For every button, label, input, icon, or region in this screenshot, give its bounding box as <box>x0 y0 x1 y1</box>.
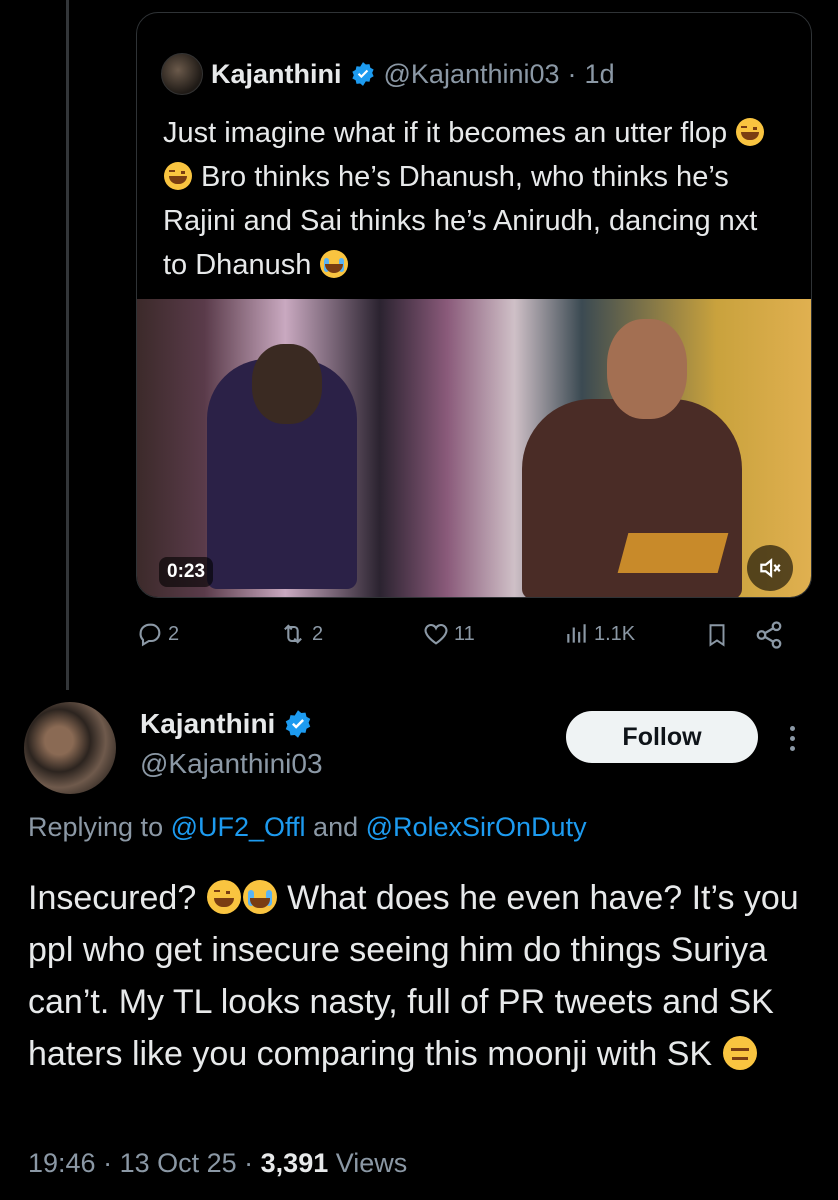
joy-emoji-icon <box>736 118 765 146</box>
meta-dot: · <box>236 1148 261 1178</box>
thread-connector-line <box>66 0 69 690</box>
heart-icon <box>424 623 448 645</box>
quoted-author-avatar[interactable] <box>161 53 203 95</box>
quoted-author-handle[interactable]: @Kajanthini03 <box>384 59 560 90</box>
quoted-tweet-text: Just imagine what if it becomes an utter… <box>163 111 783 287</box>
bookmark-icon <box>709 624 725 647</box>
joy-emoji-icon <box>206 880 241 914</box>
quoted-text-part1: Just imagine what if it becomes an utter… <box>163 117 728 149</box>
quoted-tweet-card[interactable]: Kajanthini @Kajanthini03 · 1d Just imagi… <box>136 12 812 598</box>
author-name-row[interactable]: Kajanthini <box>140 708 313 740</box>
share-button[interactable] <box>754 620 784 650</box>
video-figure-left-head <box>252 344 322 424</box>
meta-dot: · <box>95 1148 120 1178</box>
reply-icon <box>139 623 161 647</box>
repost-button[interactable]: 2 <box>278 620 323 648</box>
repost-icon <box>284 624 302 644</box>
tweet-time[interactable]: 19:46 <box>28 1148 96 1178</box>
tweet-action-bar: 2 2 11 1.1K <box>136 620 810 652</box>
mention-link-rolex[interactable]: @RolexSirOnDuty <box>366 812 587 842</box>
bookmark-button[interactable] <box>704 620 730 650</box>
video-overlay-logo <box>617 533 729 573</box>
share-icon <box>756 621 782 649</box>
quoted-tweet-header: Kajanthini @Kajanthini03 · 1d <box>161 53 615 95</box>
expressionless-emoji-icon <box>722 1036 757 1070</box>
reply-count: 2 <box>168 622 180 645</box>
separator-dot: · <box>567 58 577 89</box>
quoted-text-part2: Bro thinks he’s Dhanush, who thinks he’s… <box>163 161 758 281</box>
tweet-text: Insecured? What does he even have? It’s … <box>28 872 818 1080</box>
verified-badge-icon <box>286 710 311 738</box>
author-avatar[interactable] <box>24 702 116 794</box>
crying-emoji-icon <box>242 880 277 914</box>
verified-badge-icon <box>351 62 374 86</box>
replying-to-line: Replying to @UF2_Offl and @RolexSirOnDut… <box>28 812 587 843</box>
quoted-tweet-age[interactable]: 1d <box>585 59 615 90</box>
analytics-icon <box>567 624 586 643</box>
replying-to-prefix: Replying to <box>28 812 171 842</box>
rofl-emoji-icon <box>164 162 192 190</box>
tweet-views-count: 3,391 <box>260 1148 329 1178</box>
video-player[interactable]: 0:23 <box>137 299 811 597</box>
views-button[interactable]: 1.1K <box>564 620 635 648</box>
video-duration: 0:23 <box>159 557 214 587</box>
tweet-views-label: Views <box>328 1148 408 1178</box>
replying-joiner: and <box>305 812 366 842</box>
like-count: 11 <box>454 622 475 645</box>
mention-link-uf2[interactable]: @UF2_Offl <box>171 812 306 842</box>
tweet-text-part1: Insecured? <box>28 879 206 917</box>
quoted-author-name[interactable]: Kajanthini <box>211 59 342 90</box>
tweet-meta: 19:46 · 13 Oct 25 · 3,391 Views <box>28 1148 407 1179</box>
like-button[interactable]: 11 <box>422 620 475 648</box>
tweet-date[interactable]: 13 Oct 25 <box>120 1148 237 1178</box>
more-options-icon[interactable] <box>782 718 802 758</box>
reply-button[interactable]: 2 <box>136 620 179 648</box>
speaker-muted-icon <box>760 558 781 578</box>
author-name[interactable]: Kajanthini <box>140 708 275 740</box>
repost-count: 2 <box>312 622 324 645</box>
mute-toggle-button[interactable] <box>747 545 793 591</box>
crying-emoji-icon <box>320 250 349 278</box>
author-handle[interactable]: @Kajanthini03 <box>140 748 323 780</box>
follow-button[interactable]: Follow <box>566 711 758 763</box>
video-figure-right-head <box>607 319 687 419</box>
views-count: 1.1K <box>594 622 636 645</box>
